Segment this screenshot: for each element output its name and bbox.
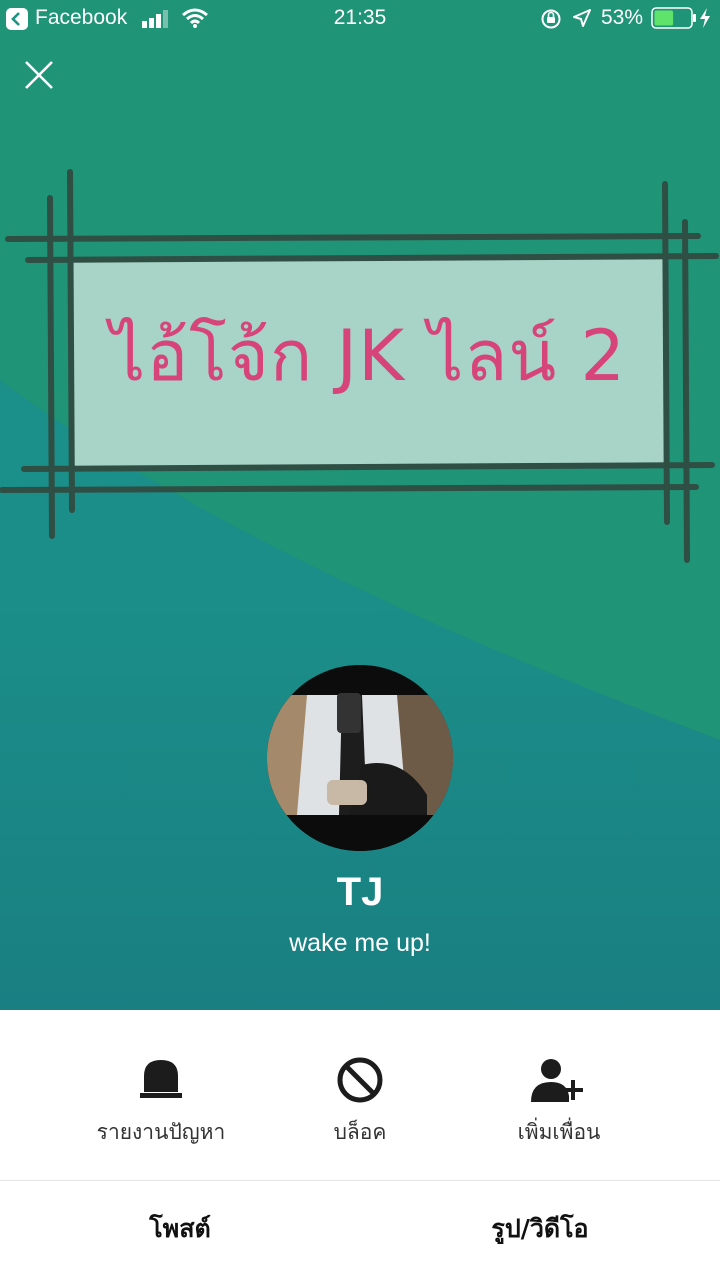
- avatar-photo: [267, 665, 453, 851]
- alarm-icon: [140, 1060, 182, 1098]
- status-message: wake me up!: [289, 929, 431, 957]
- profile-actions: รายงานปัญหา บล็อค เพิ่มเพื่อน: [0, 1010, 720, 1180]
- tab-photos-videos[interactable]: รูป/วิดีโอ: [360, 1181, 720, 1280]
- profile-name: TJ: [336, 870, 384, 914]
- add-friend-button[interactable]: เพิ่มเพื่อน: [439, 1010, 679, 1180]
- tab-posts[interactable]: โพสต์: [0, 1181, 360, 1280]
- profile-avatar[interactable]: [267, 665, 453, 851]
- add-friend-icon: [531, 1059, 583, 1102]
- banner-frame-lines: [0, 169, 719, 563]
- block-icon: [337, 1057, 383, 1103]
- profile-tabs: โพสต์ รูป/วิดีโอ: [0, 1181, 720, 1280]
- add-friend-label: เพิ่มเพื่อน: [517, 1120, 601, 1144]
- banner-title: ไอ้โจ้ก JK ไลน์ 2: [109, 315, 627, 397]
- cover-photo[interactable]: Facebook 21:35 53% ไอ้โจ้ก JK ไลน์ 2 TJ …: [0, 0, 720, 1010]
